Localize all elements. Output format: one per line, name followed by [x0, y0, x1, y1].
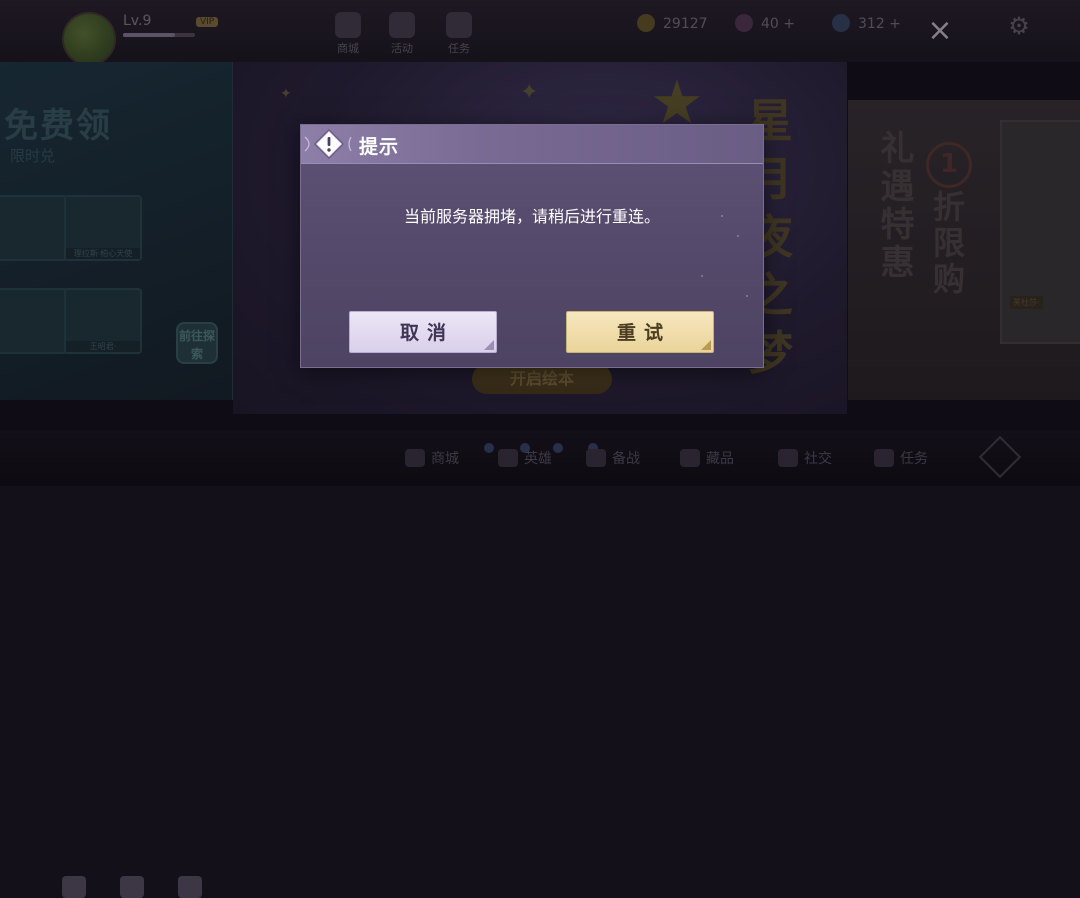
team-icon[interactable] — [178, 876, 202, 898]
warning-icon — [304, 129, 352, 159]
cancel-button[interactable]: 取消 — [349, 311, 497, 353]
server-busy-dialog: 提示 当前服务器拥堵，请稍后进行重连。 取消 重试 — [300, 124, 764, 368]
mail-icon[interactable] — [120, 876, 144, 898]
dialog-title: 提示 — [359, 136, 400, 158]
retry-button[interactable]: 重试 — [566, 311, 714, 353]
friends-icon[interactable] — [62, 876, 86, 898]
dialog-header: 提示 — [301, 125, 763, 164]
dialog-message: 当前服务器拥堵，请稍后进行重连。 — [403, 207, 660, 226]
